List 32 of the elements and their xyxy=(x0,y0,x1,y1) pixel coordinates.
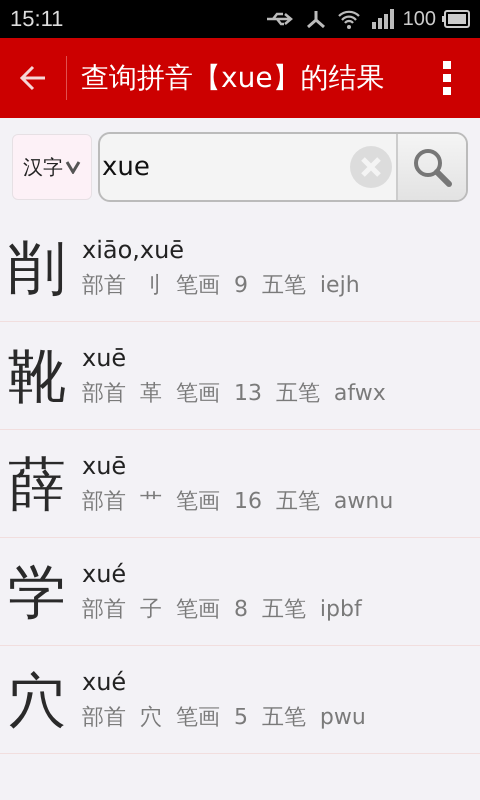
pinyin: xiāo,xuē xyxy=(82,236,186,264)
clear-icon xyxy=(349,145,393,189)
character-details: 部首 革 笔画 13 五笔 afwx xyxy=(82,380,386,408)
signal-icon xyxy=(370,8,397,30)
character: 靴 xyxy=(8,346,67,404)
caret-icon xyxy=(65,160,81,174)
character-details: 部首 子 笔画 8 五笔 ipbf xyxy=(82,596,362,624)
mode-dropdown[interactable]: 汉字 xyxy=(12,134,92,200)
share-icon xyxy=(304,9,327,29)
character: 学 xyxy=(8,562,67,620)
pinyin: xuē xyxy=(82,344,128,372)
back-arrow-icon xyxy=(18,63,48,93)
pinyin: xué xyxy=(82,668,128,696)
character: 削 xyxy=(8,238,67,296)
character: 穴 xyxy=(8,670,67,728)
battery-level: 100 xyxy=(402,8,436,30)
search-button[interactable] xyxy=(396,134,466,200)
clock: 15:11 xyxy=(10,6,64,32)
character-details: 部首 穴 笔画 5 五笔 pwu xyxy=(82,704,366,732)
search-icon xyxy=(411,146,453,188)
battery-icon xyxy=(442,10,470,28)
pinyin: xué xyxy=(82,560,128,588)
search-box[interactable]: xue xyxy=(98,132,468,202)
wifi-icon xyxy=(336,9,361,29)
search-field[interactable]: xue xyxy=(100,152,346,182)
more-icon xyxy=(442,61,452,95)
character-details: 部首 艹 笔画 16 五笔 awnu xyxy=(82,488,394,516)
usb-icon xyxy=(264,11,295,27)
pinyin: xuē xyxy=(82,452,128,480)
page-title: 查询拼音【xue】的结果 xyxy=(80,60,386,96)
character-details: 部首 刂 笔画 9 五笔 iejh xyxy=(82,272,360,300)
character: 薛 xyxy=(8,454,67,512)
